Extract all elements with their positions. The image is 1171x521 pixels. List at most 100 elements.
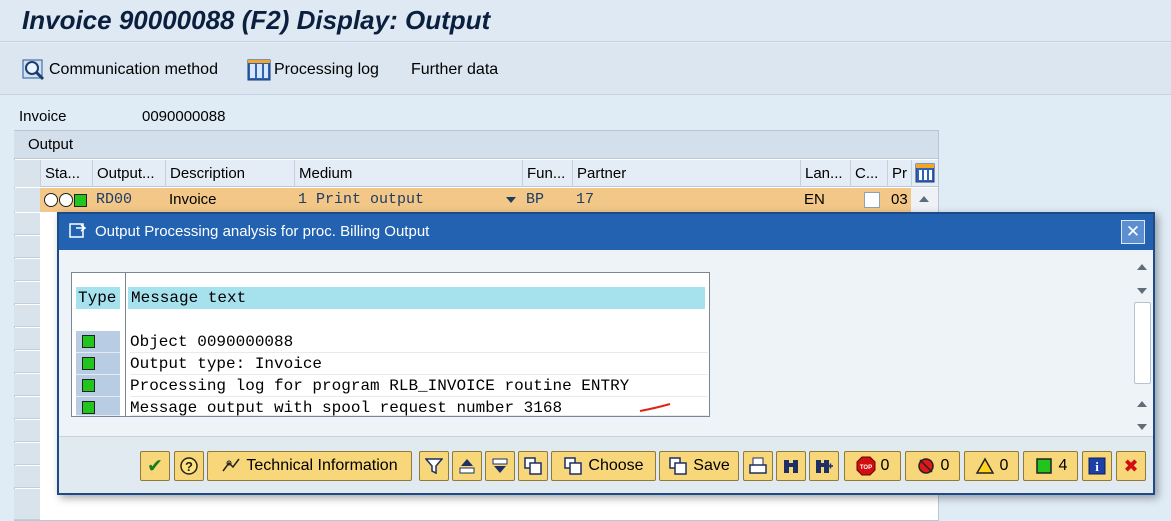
- row-selector[interactable]: [14, 259, 40, 281]
- message-type-cell: [76, 331, 120, 353]
- status-lights: [42, 188, 92, 212]
- page-title: Invoice 90000088 (F2) Display: Output: [22, 5, 491, 35]
- choose-icon: [563, 456, 583, 476]
- further-data-button[interactable]: Further data: [411, 57, 498, 83]
- find-next-button[interactable]: [809, 451, 839, 481]
- partner-value[interactable]: 17: [572, 188, 800, 212]
- scroll-down-icon[interactable]: [1137, 424, 1147, 430]
- table-grid-icon: [247, 59, 271, 81]
- column-header-partner[interactable]: Partner: [572, 160, 800, 187]
- invoice-field-row: Invoice 0090000088: [19, 108, 419, 128]
- row-selector[interactable]: [14, 328, 40, 350]
- scroll-down-icon[interactable]: [1137, 288, 1147, 294]
- svg-text:?: ?: [185, 459, 193, 474]
- table-row[interactable]: RD00 Invoice 1 Print output BP 17 EN 03: [14, 188, 938, 212]
- c-checkbox[interactable]: [860, 188, 887, 212]
- communication-method-label: Communication method: [49, 61, 218, 78]
- technical-information-button[interactable]: Technical Information: [207, 451, 412, 481]
- save-button[interactable]: Save: [659, 451, 739, 481]
- column-settings-icon[interactable]: [911, 160, 938, 187]
- output-section-title: Output: [28, 136, 74, 153]
- technical-info-icon: [221, 456, 241, 476]
- find-button[interactable]: [776, 451, 806, 481]
- processing-analysis-dialog: Output Processing analysis for proc. Bil…: [57, 212, 1155, 495]
- help-button[interactable]: ?: [174, 451, 204, 481]
- choose-button[interactable]: Choose: [551, 451, 656, 481]
- row-selector[interactable]: [14, 374, 40, 396]
- column-header-type[interactable]: Type: [76, 287, 120, 309]
- description-value: Invoice: [169, 191, 217, 208]
- status-green-icon: [82, 379, 95, 392]
- row-selector[interactable]: [14, 236, 40, 258]
- row-selector[interactable]: [14, 282, 40, 304]
- stop-messages-filter[interactable]: TOP 0: [844, 451, 901, 481]
- dialog-scrollbar[interactable]: [1131, 250, 1153, 430]
- row-selector[interactable]: [14, 466, 40, 488]
- save-label: Save: [693, 457, 730, 474]
- scroll-thumb[interactable]: [1134, 302, 1151, 384]
- priority-value[interactable]: 03: [887, 188, 911, 212]
- row-selector[interactable]: [14, 498, 40, 520]
- continue-button[interactable]: ✔: [140, 451, 170, 481]
- save-icon: [668, 456, 688, 476]
- information-button[interactable]: i: [1082, 451, 1112, 481]
- dialog-window-icon: [69, 223, 87, 244]
- stop-count: 0: [880, 457, 890, 474]
- message-type-cell: [76, 353, 120, 375]
- choose-label: Choose: [588, 457, 644, 474]
- select-all-column[interactable]: [14, 160, 40, 187]
- error-messages-filter[interactable]: 0: [905, 451, 960, 481]
- column-header-status[interactable]: Sta...: [40, 160, 92, 187]
- function-value[interactable]: BP: [522, 188, 572, 212]
- error-count: 0: [940, 457, 950, 474]
- message-row[interactable]: Output type: Invoice: [130, 353, 708, 375]
- scroll-up-icon[interactable]: [1137, 264, 1147, 270]
- column-header-function[interactable]: Fun...: [522, 160, 572, 187]
- scroll-up-icon[interactable]: [1137, 401, 1147, 407]
- row-selector[interactable]: [14, 351, 40, 373]
- sort-descending-button[interactable]: [485, 451, 515, 481]
- message-row[interactable]: Message output with spool request number…: [130, 397, 708, 417]
- table-scrollbar[interactable]: [911, 188, 938, 212]
- status-circle-icon: [59, 193, 73, 208]
- communication-method-button[interactable]: Communication method: [22, 57, 218, 83]
- medium-dropdown[interactable]: 1 Print output: [294, 188, 522, 212]
- column-header-priority[interactable]: Pr: [887, 160, 911, 187]
- cancel-button[interactable]: ✖: [1116, 451, 1146, 481]
- column-header-medium[interactable]: Medium: [294, 160, 522, 187]
- row-selector[interactable]: [14, 188, 40, 212]
- row-selector[interactable]: [14, 213, 40, 235]
- success-icon: [1034, 456, 1054, 476]
- column-header-message-text[interactable]: Message text: [128, 287, 705, 309]
- language-value[interactable]: EN: [800, 188, 850, 212]
- column-header-language[interactable]: Lan...: [800, 160, 850, 187]
- svg-text:i: i: [1095, 459, 1099, 474]
- close-button[interactable]: ✕: [1121, 220, 1145, 244]
- message-row[interactable]: Processing log for program RLB_INVOICE r…: [130, 375, 708, 397]
- column-header-description[interactable]: Description: [165, 160, 294, 187]
- svg-text:TOP: TOP: [859, 465, 871, 471]
- filter-button[interactable]: [419, 451, 449, 481]
- processing-log-button[interactable]: Processing log: [247, 57, 379, 83]
- column-header-c[interactable]: C...: [850, 160, 887, 187]
- sort-ascending-icon: [457, 456, 477, 476]
- annotation-mark: [639, 403, 671, 412]
- message-table: Type Message text Object 0090000088 Outp…: [71, 272, 710, 417]
- row-selector[interactable]: [14, 420, 40, 442]
- message-row[interactable]: Object 0090000088: [130, 331, 708, 353]
- scroll-up-icon[interactable]: [919, 196, 929, 202]
- column-header-output-type[interactable]: Output...: [92, 160, 165, 187]
- checkbox[interactable]: [864, 192, 880, 209]
- sort-ascending-button[interactable]: [452, 451, 482, 481]
- row-selector[interactable]: [14, 443, 40, 465]
- copy-button[interactable]: [518, 451, 548, 481]
- output-type-value[interactable]: RD00: [92, 188, 165, 212]
- print-button[interactable]: [743, 451, 773, 481]
- success-messages-filter[interactable]: 4: [1023, 451, 1078, 481]
- status-circle-icon: [44, 193, 58, 208]
- row-selector[interactable]: [14, 305, 40, 327]
- row-selector[interactable]: [14, 397, 40, 419]
- dialog-footer-toolbar: ✔ ? Technical Information Choose Save TO…: [59, 436, 1153, 493]
- warning-messages-filter[interactable]: 0: [964, 451, 1019, 481]
- invoice-value: 0090000088: [142, 108, 226, 125]
